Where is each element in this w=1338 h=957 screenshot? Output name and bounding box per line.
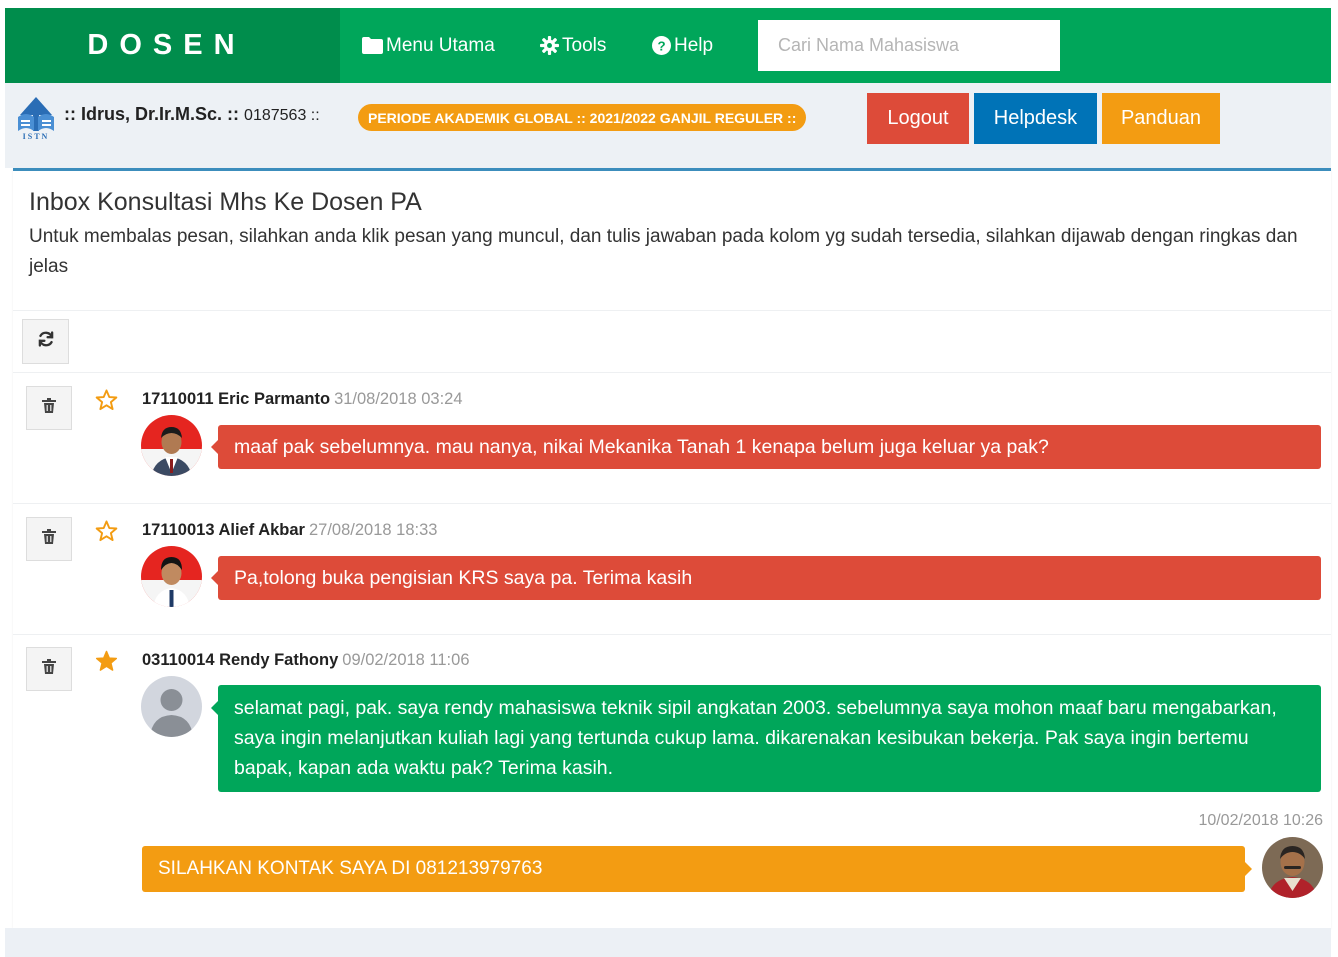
user-identity: :: Idrus, Dr.Ir.M.Sc. :: 0187563 :: [64,104,320,125]
folder-icon [362,37,383,54]
trash-icon [42,529,56,549]
delete-button[interactable] [26,647,72,691]
nav-help[interactable]: ? Help [652,8,713,83]
student-avatar[interactable] [141,546,202,607]
message-timestamp: 09/02/2018 11:06 [342,651,470,669]
question-circle-icon: ? [652,36,671,55]
sender-name: 17110013 Alief Akbar [142,521,305,539]
gear-icon [540,36,559,55]
page-footer-strip [5,928,1331,957]
sender-name: 17110011 Eric Parmanto [142,390,331,408]
reply-timestamp: 10/02/2018 10:26 [1198,812,1323,829]
star-outline-icon[interactable] [95,389,118,416]
star-outline-icon[interactable] [95,520,118,547]
brand-logo-text[interactable]: DOSEN [5,8,340,83]
trash-icon [42,398,56,418]
panduan-button[interactable]: Panduan [1102,93,1220,144]
message-bubble[interactable]: Pa,tolong buka pengisian KRS saya pa. Te… [218,556,1321,600]
nav-tools[interactable]: Tools [540,8,606,83]
logout-button[interactable]: Logout [867,93,969,144]
bubble-caret [1245,862,1252,876]
divider [13,372,1331,373]
svg-text:?: ? [657,38,665,53]
inbox-description: Untuk membalas pesan, silahkan anda klik… [29,226,1298,277]
default-user-avatar[interactable] [141,676,202,737]
bubble-caret [211,701,218,715]
user-name: Idrus, Dr.Ir.M.Sc. [81,104,223,124]
message-bubble[interactable]: maaf pak sebelumnya. mau nanya, nikai Me… [218,425,1321,469]
istn-logo-text: ISTN [22,132,50,141]
message-sender: 03110014 Rendy Fathony 09/02/2018 11:06 [142,651,470,670]
divider [13,310,1331,311]
user-separator: :: [222,104,245,124]
bubble-caret [211,440,218,454]
divider [13,634,1331,635]
reply-bubble[interactable]: SILAHKAN KONTAK SAYA DI 081213979763 [142,846,1245,892]
inbox-title: Inbox Konsultasi Mhs Ke Dosen PA [29,188,422,216]
nav-menu-utama[interactable]: Menu Utama [362,8,495,83]
sender-name: 03110014 Rendy Fathony [142,651,339,669]
lecturer-avatar[interactable] [1262,837,1323,898]
refresh-icon [37,330,55,353]
message-timestamp: 27/08/2018 18:33 [308,521,438,539]
user-prefix: :: [64,104,81,124]
user-nip: 0187563 :: [244,107,320,124]
message-bubble[interactable]: selamat pagi, pak. saya rendy mahasiswa … [218,685,1321,792]
trash-icon [42,659,56,679]
message-sender: 17110011 Eric Parmanto 31/08/2018 03:24 [142,390,463,409]
star-filled-icon[interactable] [95,650,118,677]
delete-button[interactable] [26,386,72,430]
message-sender: 17110013 Alief Akbar 27/08/2018 18:33 [142,521,437,540]
search-student-input[interactable] [758,20,1060,71]
nav-help-label: Help [674,34,714,56]
periode-badge: PERIODE AKADEMIK GLOBAL :: 2021/2022 GAN… [358,104,807,131]
message-timestamp: 31/08/2018 03:24 [334,390,463,408]
nav-menu-utama-label: Menu Utama [386,34,495,56]
helpdesk-button[interactable]: Helpdesk [974,93,1097,144]
refresh-button[interactable] [22,319,69,364]
istn-logo: ISTN [12,95,60,143]
nav-tools-label: Tools [562,34,607,56]
delete-button[interactable] [26,517,72,561]
divider [13,503,1331,504]
student-avatar[interactable] [141,415,202,476]
bubble-caret [211,571,218,585]
